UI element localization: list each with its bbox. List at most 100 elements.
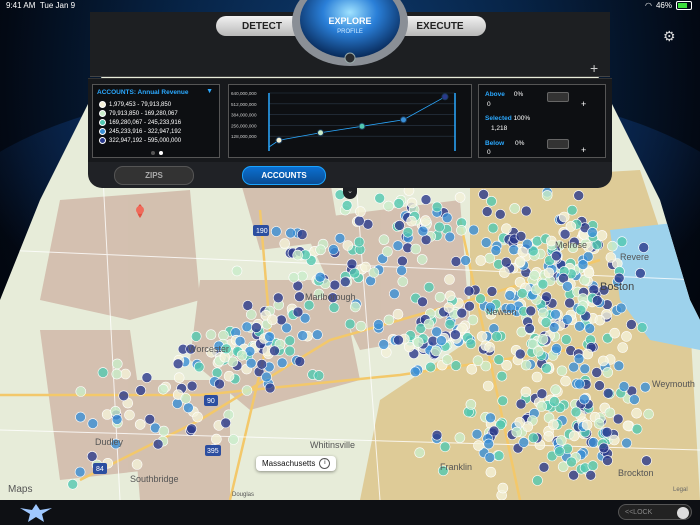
account-marker[interactable] [476, 331, 488, 342]
account-marker[interactable] [517, 246, 529, 258]
account-marker[interactable] [471, 428, 483, 440]
legend-item[interactable]: 79,913,850 - 169,280,067 [99, 110, 178, 117]
account-marker[interactable] [315, 244, 326, 256]
account-marker[interactable] [643, 408, 654, 420]
account-marker[interactable] [554, 446, 565, 457]
account-marker[interactable] [236, 349, 248, 361]
account-marker[interactable] [565, 221, 577, 232]
account-marker[interactable] [622, 420, 634, 432]
account-marker[interactable] [466, 363, 478, 375]
account-marker[interactable] [621, 437, 632, 449]
account-marker[interactable] [297, 330, 308, 341]
account-marker[interactable] [566, 456, 577, 468]
account-marker[interactable] [465, 399, 477, 410]
account-marker[interactable] [205, 329, 217, 341]
account-marker[interactable] [549, 396, 560, 407]
account-marker[interactable] [562, 281, 573, 292]
account-marker[interactable] [378, 339, 390, 350]
account-marker[interactable] [118, 390, 129, 402]
account-marker[interactable] [412, 337, 424, 348]
account-marker[interactable] [152, 438, 164, 450]
account-marker[interactable] [629, 394, 640, 405]
account-marker[interactable] [270, 226, 282, 237]
account-marker[interactable] [486, 286, 498, 297]
account-marker[interactable] [518, 437, 530, 448]
account-marker[interactable] [214, 378, 225, 390]
account-marker[interactable] [193, 361, 205, 373]
account-marker[interactable] [339, 276, 351, 288]
account-marker[interactable] [417, 296, 428, 308]
account-marker[interactable] [516, 287, 528, 299]
account-marker[interactable] [67, 478, 78, 490]
account-marker[interactable] [511, 426, 523, 438]
account-marker[interactable] [615, 302, 627, 314]
account-marker[interactable] [564, 297, 575, 309]
account-marker[interactable] [528, 432, 539, 444]
account-marker[interactable] [487, 222, 499, 234]
account-marker[interactable] [417, 225, 429, 237]
account-marker[interactable] [463, 285, 475, 297]
eagle-logo-icon[interactable] [16, 500, 56, 525]
account-marker[interactable] [587, 460, 599, 472]
account-marker[interactable] [556, 365, 568, 377]
chevron-down-icon[interactable]: ▼ [206, 88, 213, 95]
chart-point[interactable] [358, 122, 366, 130]
account-marker[interactable] [434, 221, 445, 233]
account-marker[interactable] [131, 459, 143, 470]
account-marker[interactable] [382, 246, 393, 257]
account-marker[interactable] [631, 407, 642, 419]
account-marker[interactable] [276, 314, 287, 326]
account-marker[interactable] [573, 190, 585, 201]
account-marker[interactable] [393, 198, 405, 209]
account-marker[interactable] [409, 366, 421, 378]
account-marker[interactable] [520, 386, 532, 398]
account-marker[interactable] [537, 278, 549, 290]
account-marker[interactable] [402, 227, 414, 238]
account-marker[interactable] [279, 238, 291, 249]
account-marker[interactable] [483, 438, 495, 450]
account-marker[interactable] [406, 197, 418, 209]
account-marker[interactable] [626, 319, 637, 330]
account-marker[interactable] [276, 357, 288, 369]
account-marker[interactable] [328, 302, 340, 313]
account-marker[interactable] [532, 475, 543, 486]
account-marker[interactable] [378, 234, 390, 245]
account-marker[interactable] [486, 196, 497, 207]
account-marker[interactable] [245, 357, 257, 369]
account-marker[interactable] [344, 318, 356, 330]
legend-item[interactable]: 245,233,916 - 322,947,192 [99, 128, 181, 135]
account-marker[interactable] [493, 450, 505, 462]
account-marker[interactable] [639, 381, 651, 393]
account-marker[interactable] [609, 327, 621, 339]
account-marker[interactable] [543, 431, 555, 442]
account-marker[interactable] [605, 252, 617, 263]
legend-title[interactable]: ACCOUNTS: Annual Revenue [97, 89, 189, 96]
account-marker[interactable] [450, 360, 462, 371]
account-marker[interactable] [635, 267, 646, 279]
account-marker[interactable] [183, 402, 194, 414]
account-marker[interactable] [269, 345, 280, 357]
account-marker[interactable] [551, 343, 562, 354]
page-dot-active[interactable] [159, 151, 163, 155]
plus-icon[interactable]: + [590, 60, 598, 76]
account-marker[interactable] [396, 265, 407, 276]
account-marker[interactable] [354, 215, 365, 227]
account-marker[interactable] [493, 354, 505, 365]
account-marker[interactable] [75, 386, 87, 397]
account-marker[interactable] [420, 194, 432, 205]
account-marker[interactable] [468, 224, 480, 236]
account-marker[interactable] [501, 223, 512, 234]
account-marker[interactable] [583, 267, 595, 279]
account-marker[interactable] [585, 469, 597, 481]
account-marker[interactable] [450, 256, 462, 267]
account-marker[interactable] [617, 342, 629, 353]
account-marker[interactable] [484, 341, 495, 353]
account-marker[interactable] [341, 200, 353, 211]
account-marker[interactable] [431, 429, 443, 441]
account-marker[interactable] [410, 243, 422, 255]
account-marker[interactable] [604, 407, 616, 419]
account-marker[interactable] [579, 363, 591, 375]
account-marker[interactable] [594, 380, 605, 391]
account-marker[interactable] [577, 259, 589, 270]
account-marker[interactable] [601, 426, 613, 438]
